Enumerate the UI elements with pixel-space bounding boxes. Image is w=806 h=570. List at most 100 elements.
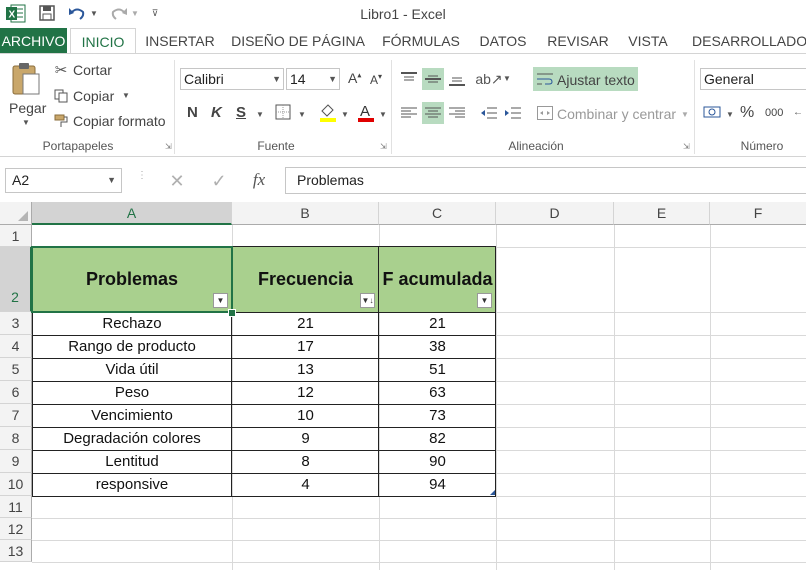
orientation-dropdown-icon[interactable]: ▼ xyxy=(503,74,511,83)
tab-archivo[interactable]: ARCHIVO xyxy=(0,28,67,54)
formula-bar-grip-icon[interactable]: ⋮ xyxy=(137,171,147,181)
group-separator xyxy=(391,60,392,154)
font-color-icon[interactable]: A xyxy=(356,101,376,123)
name-box-value: A2 xyxy=(12,172,30,188)
copy-button[interactable]: Copiar xyxy=(73,88,114,104)
row-header-11[interactable]: 11 xyxy=(0,496,32,518)
align-top-icon[interactable] xyxy=(398,68,420,90)
tab-datos[interactable]: DATOS xyxy=(472,28,534,54)
column-header-a[interactable]: A xyxy=(32,202,232,225)
align-left-icon[interactable] xyxy=(398,102,420,124)
row-header-3[interactable]: 3 xyxy=(0,312,32,335)
row-header-4[interactable]: 4 xyxy=(0,335,32,358)
row-header-7[interactable]: 7 xyxy=(0,404,32,427)
row-header-10[interactable]: 10 xyxy=(0,473,32,496)
table-resize-handle-icon[interactable] xyxy=(490,490,495,495)
copy-icon[interactable] xyxy=(53,88,69,104)
merge-center-icon[interactable] xyxy=(536,105,554,121)
cancel-icon[interactable]: ✕ xyxy=(166,171,188,191)
row-header-13[interactable]: 13 xyxy=(0,540,32,562)
tab-diseno-pagina[interactable]: DISEÑO DE PÁGINA xyxy=(228,28,368,54)
row-header-5[interactable]: 5 xyxy=(0,358,32,381)
cut-icon[interactable]: ✂ xyxy=(53,62,69,79)
orientation-icon[interactable]: ab↗ xyxy=(475,68,502,90)
fill-handle[interactable] xyxy=(228,309,236,317)
paste-button[interactable]: Pegar xyxy=(9,100,46,116)
align-right-icon[interactable] xyxy=(446,102,468,124)
tab-insertar[interactable]: INSERTAR xyxy=(140,28,220,54)
row-header-2[interactable]: 2 xyxy=(0,247,32,312)
row-header-6[interactable]: 6 xyxy=(0,381,32,404)
table-border xyxy=(32,358,496,359)
wrap-text-label: Ajustar texto xyxy=(557,72,635,88)
group-separator xyxy=(694,60,695,154)
copy-dropdown-icon[interactable]: ▼ xyxy=(122,91,130,100)
chevron-down-icon: ▼ xyxy=(107,175,116,185)
font-launcher-icon[interactable]: ⇲ xyxy=(380,142,387,151)
row-header-1[interactable]: 1 xyxy=(0,225,32,247)
select-all-triangle-icon xyxy=(18,211,28,221)
number-format-combo[interactable]: General xyxy=(700,68,806,90)
align-center-icon[interactable] xyxy=(422,102,444,124)
tab-desarrollador[interactable]: DESARROLLADOR xyxy=(684,28,806,54)
accounting-dropdown-icon[interactable]: ▼ xyxy=(726,110,734,119)
alignment-launcher-icon[interactable]: ⇲ xyxy=(683,142,690,151)
column-header-f[interactable]: F xyxy=(710,202,806,225)
tab-revisar[interactable]: REVISAR xyxy=(542,28,614,54)
number-group-label: Número xyxy=(740,139,784,153)
merge-dropdown-icon[interactable]: ▼ xyxy=(681,110,689,119)
borders-dropdown-icon[interactable]: ▼ xyxy=(298,110,306,119)
tab-vista[interactable]: VISTA xyxy=(622,28,674,54)
merge-center-button[interactable]: Combinar y centrar xyxy=(557,106,676,122)
borders-icon[interactable] xyxy=(274,103,292,121)
underline-button[interactable]: S xyxy=(236,104,246,121)
tab-formulas[interactable]: FÓRMULAS xyxy=(378,28,464,54)
align-bottom-icon[interactable] xyxy=(446,68,468,90)
format-painter-icon[interactable] xyxy=(53,113,69,129)
table-border xyxy=(32,404,496,405)
row-header-9[interactable]: 9 xyxy=(0,450,32,473)
shrink-font-icon[interactable]: A▾ xyxy=(370,72,382,87)
fx-label: fx xyxy=(252,170,266,189)
tab-inicio[interactable]: INICIO xyxy=(70,28,136,54)
name-box[interactable]: A2 ▼ xyxy=(5,168,122,193)
font-name-value: Calibri xyxy=(184,71,224,87)
table-border xyxy=(378,246,379,497)
column-header-d[interactable]: D xyxy=(496,202,614,225)
underline-dropdown-icon[interactable]: ▼ xyxy=(256,110,264,119)
cut-button[interactable]: Cortar xyxy=(73,62,112,78)
column-header-c[interactable]: C xyxy=(379,202,496,225)
gridline xyxy=(32,518,806,519)
fill-color-dropdown-icon[interactable]: ▼ xyxy=(341,110,349,119)
increase-indent-icon[interactable] xyxy=(502,102,524,124)
format-painter-button[interactable]: Copiar formato xyxy=(73,113,166,129)
percent-button[interactable]: % xyxy=(740,104,754,122)
bold-button[interactable]: N xyxy=(187,104,198,121)
paste-dropdown-icon[interactable]: ▼ xyxy=(22,118,30,127)
clipboard-launcher-icon[interactable]: ⇲ xyxy=(165,142,172,151)
increase-decimal-icon[interactable]: ← xyxy=(790,103,806,121)
thousands-separator-button[interactable]: 000 xyxy=(765,107,783,119)
chevron-down-icon: ▼ xyxy=(328,74,337,84)
alignment-group-label: Alineación xyxy=(508,139,564,153)
decrease-indent-icon[interactable] xyxy=(478,102,500,124)
font-color-dropdown-icon[interactable]: ▼ xyxy=(379,110,387,119)
column-header-e[interactable]: E xyxy=(614,202,710,225)
align-middle-icon[interactable] xyxy=(422,68,444,90)
table-border xyxy=(32,335,496,336)
row-header-12[interactable]: 12 xyxy=(0,518,32,540)
font-size-combo[interactable]: 14 ▼ xyxy=(286,68,340,90)
italic-button[interactable]: K xyxy=(211,104,222,121)
svg-text:A: A xyxy=(360,103,370,120)
accounting-format-icon[interactable] xyxy=(702,103,722,121)
paste-icon[interactable] xyxy=(9,60,43,98)
column-header-b[interactable]: B xyxy=(232,202,379,225)
fill-color-icon[interactable] xyxy=(318,101,338,123)
insert-function-icon[interactable]: fx xyxy=(248,169,270,191)
grow-font-icon[interactable]: A▴ xyxy=(348,70,361,86)
row-header-8[interactable]: 8 xyxy=(0,427,32,450)
active-cell-selection[interactable] xyxy=(31,246,233,313)
font-name-combo[interactable]: Calibri ▼ xyxy=(180,68,284,90)
gridline xyxy=(32,540,806,541)
enter-icon[interactable]: ✓ xyxy=(208,171,230,191)
